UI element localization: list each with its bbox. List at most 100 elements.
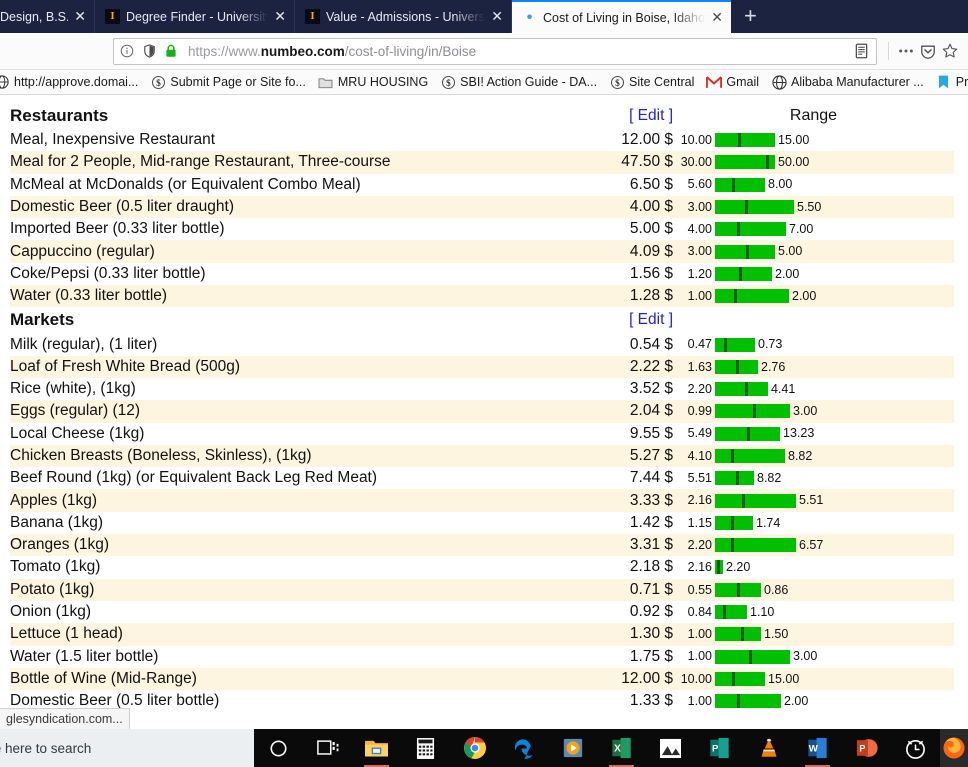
table-row[interactable]: Bottle of Wine (Mid-Range) 12.00 $ 10.00 15…	[10, 667, 954, 691]
table-row[interactable]: Oranges (1kg) 3.31 $ 2.20 6.57	[10, 534, 954, 557]
table-row[interactable]: Cappuccino (regular) 4.09 $ 3.00 5.00	[10, 240, 954, 263]
item-price: 1.56 $	[629, 264, 673, 282]
table-row[interactable]: Loaf of Fresh White Bread (500g) 2.22 $1.…	[10, 355, 954, 378]
loading-dot-icon: •	[526, 8, 533, 26]
shield-icon[interactable]	[141, 43, 157, 59]
svg-text:P: P	[859, 743, 865, 753]
item-price: 2.04 $	[629, 402, 673, 420]
browser-tab-1[interactable]: Design, B.S. ✕	[0, 0, 95, 33]
bookmark-label: Alibaba Manufacturer ...	[791, 75, 924, 89]
browser-tab-4-active[interactable]: • Cost of Living in Boise, Idaho. C ✕	[512, 0, 731, 33]
bookmark-item[interactable]: Programs	[930, 72, 968, 92]
tab-close-icon[interactable]: ✕	[711, 11, 723, 25]
browser-tab-3[interactable]: I Value - Admissions - University ✕	[295, 0, 512, 33]
item-price: 1.75 $	[629, 647, 673, 665]
bookmark-label: Submit Page or Site fo...	[170, 75, 306, 89]
bookmark-item[interactable]: Alibaba Manufacturer ...	[765, 72, 930, 92]
item-range: 2.20 4.41	[673, 378, 954, 400]
table-row[interactable]: Beef Round (1kg) (or Equivalent Back Leg…	[10, 467, 954, 489]
table-row[interactable]: Rice (white), (1kg) 3.52 $ 2.20 4.41	[10, 378, 954, 400]
table-row[interactable]: Water (0.33 liter bottle) 1.28 $ 1.00 2.00	[10, 285, 954, 308]
microsoft-edge-icon[interactable]	[499, 729, 548, 767]
table-row[interactable]: Domestic Beer (0.5 liter bottle) 1.33 $1.…	[10, 690, 954, 712]
item-name: Meal, Inexpensive Restaurant	[10, 131, 216, 149]
new-tab-button[interactable]: +	[731, 0, 770, 33]
navigation-toolbar: https://www.numbeo.com/cost-of-living/in…	[0, 33, 968, 70]
bookmark-label: Programs	[955, 75, 968, 89]
range-marker	[737, 133, 741, 148]
alarms-clock-icon[interactable]	[891, 729, 940, 767]
tab-close-icon[interactable]: ✕	[74, 10, 86, 24]
item-range: 30.00 50.00	[673, 151, 954, 173]
edit-link[interactable]: [ Edit ]	[629, 107, 673, 124]
bookmark-item[interactable]: MRU HOUSING	[312, 72, 434, 92]
table-row[interactable]: Meal for 2 People, Mid-range Restaurant,…	[10, 151, 954, 174]
excel-icon[interactable]: X	[597, 729, 646, 767]
lock-icon[interactable]	[163, 43, 179, 59]
bookmarks-bar: http://approve.domai... $ Submit Page or…	[0, 70, 968, 95]
bookmark-item[interactable]: http://approve.domai...	[0, 72, 144, 92]
page-actions-icon[interactable]	[898, 43, 914, 59]
item-price: 1.28 $	[629, 287, 673, 305]
powerpoint-icon[interactable]: P	[842, 729, 891, 767]
range-bar	[715, 560, 723, 575]
table-row[interactable]: Milk (regular), (1 liter) 0.54 $ 0.47 0.73	[10, 333, 954, 355]
url-text[interactable]: https://www.numbeo.com/cost-of-living/in…	[188, 44, 847, 59]
reader-view-icon[interactable]	[853, 43, 869, 59]
item-price: 0.71 $	[629, 580, 673, 598]
browser-tab-2[interactable]: I Degree Finder - University of Ida ✕	[95, 0, 295, 33]
range-low-value: 1.20	[687, 266, 712, 281]
table-row[interactable]: Potato (1kg) 0.71 $ 0.55 0.86	[10, 578, 954, 601]
table-row[interactable]: Water (1.5 liter bottle) 1.75 $ 1.00 3.00	[10, 646, 954, 668]
range-bar	[715, 222, 786, 237]
range-marker	[747, 426, 751, 441]
word-icon[interactable]: W	[793, 729, 842, 767]
table-row[interactable]: Apples (1kg) 3.33 $ 2.16 5.51	[10, 489, 954, 512]
table-row[interactable]: Tomato (1kg) 2.18 $ 2.16 2.20	[10, 556, 954, 578]
task-view-icon[interactable]	[303, 729, 352, 767]
range-widget: 10.00 15.00	[673, 671, 954, 686]
table-row[interactable]: Chicken Breasts (Boneless, Skinless), (1…	[10, 444, 954, 468]
section-edit-cell: [ Edit ]	[555, 307, 673, 333]
range-bar	[715, 359, 758, 374]
table-row[interactable]: Meal, Inexpensive Restaurant 12.00 $10.00…	[10, 129, 954, 151]
range-high-value: 8.82	[788, 448, 813, 463]
range-high-value: 2.20	[726, 560, 751, 575]
table-row[interactable]: Local Cheese (1kg) 9.55 $ 5.49 13.23	[10, 423, 954, 445]
bookmark-item[interactable]: $ SBI! Action Guide - DA...	[434, 72, 603, 92]
tab-close-icon[interactable]: ✕	[491, 10, 503, 24]
info-icon[interactable]	[119, 43, 135, 59]
media-player-icon[interactable]	[548, 729, 597, 767]
file-explorer-icon[interactable]	[352, 729, 401, 767]
bookmark-star-icon[interactable]	[942, 43, 958, 59]
table-row[interactable]: Banana (1kg) 1.42 $ 1.15 1.74	[10, 512, 954, 534]
item-range: 1.63 2.76	[673, 356, 954, 378]
table-row[interactable]: Coke/Pepsi (0.33 liter bottle) 1.56 $1.20…	[10, 263, 954, 285]
table-row[interactable]: McMeal at McDonalds (or Equivalent Combo…	[10, 174, 954, 196]
table-row[interactable]: Onion (1kg) 0.92 $ 0.84 1.10	[10, 601, 954, 623]
table-row[interactable]: Eggs (regular) (12) 2.04 $ 0.99 3.00	[10, 400, 954, 423]
page-viewport[interactable]: Restaurants [ Edit ] Range Meal, Inexpensiv…	[0, 95, 968, 729]
bookmark-item[interactable]: $ Submit Page or Site fo...	[144, 72, 312, 92]
url-bar[interactable]: https://www.numbeo.com/cost-of-living/in…	[113, 37, 877, 65]
publisher-icon[interactable]: P	[695, 729, 744, 767]
calculator-icon[interactable]	[401, 729, 450, 767]
photos-icon[interactable]	[646, 729, 695, 767]
google-chrome-icon[interactable]	[450, 729, 499, 767]
table-row[interactable]: Domestic Beer (0.5 liter draught) 4.00 $3…	[10, 195, 954, 219]
range-low-value: 5.60	[687, 177, 712, 192]
table-row[interactable]: Lettuce (1 head) 1.30 $ 1.00 1.50	[10, 623, 954, 646]
edit-link[interactable]: [ Edit ]	[629, 311, 673, 328]
vlc-icon[interactable]	[744, 729, 793, 767]
taskbar-search-input[interactable]: Type here to search	[0, 729, 254, 767]
cortana-icon[interactable]	[254, 729, 303, 767]
table-row[interactable]: Imported Beer (0.33 liter bottle) 5.00 $4…	[10, 218, 954, 240]
bookmark-item[interactable]: $ Site Central	[603, 72, 700, 92]
save-to-pocket-icon[interactable]	[920, 43, 936, 59]
idaho-icon: I	[305, 9, 320, 24]
firefox-icon[interactable]	[940, 729, 968, 767]
range-bar	[715, 289, 789, 304]
item-price: 0.92 $	[629, 603, 673, 621]
tab-close-icon[interactable]: ✕	[274, 10, 286, 24]
bookmark-item[interactable]: Gmail	[700, 72, 765, 92]
